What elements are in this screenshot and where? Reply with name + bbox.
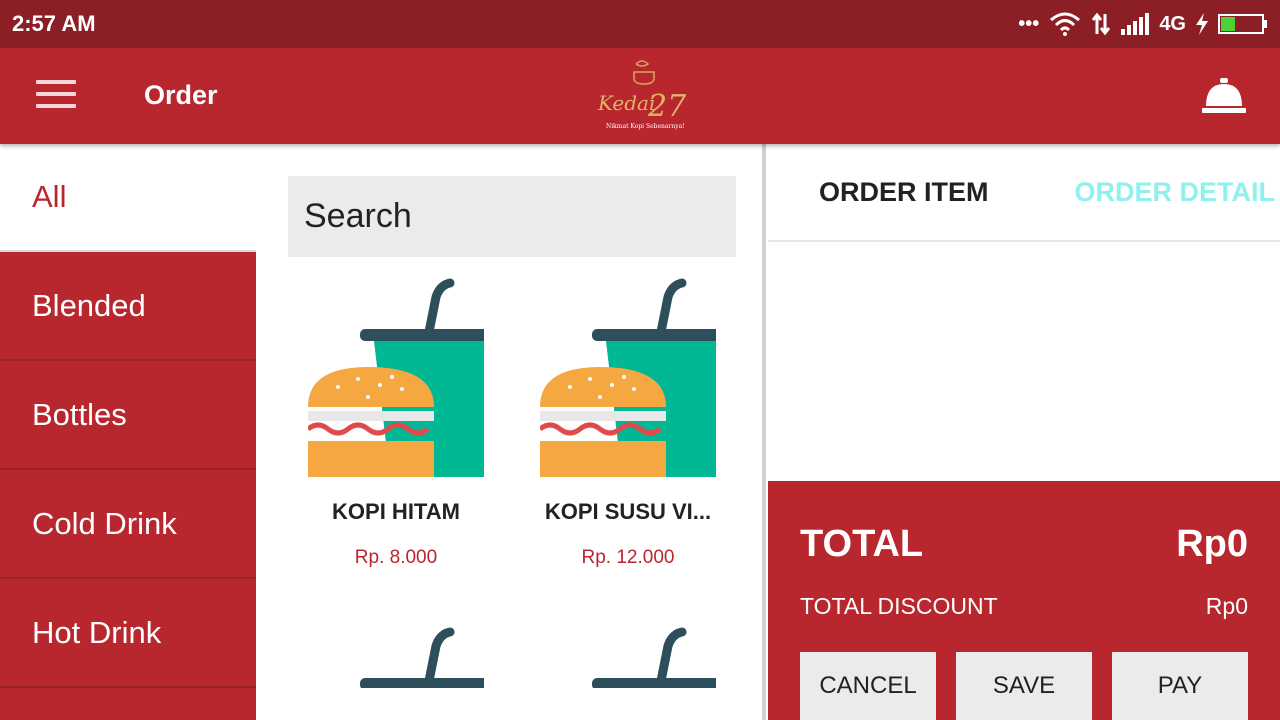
product-card[interactable] <box>296 626 496 688</box>
category-hot-drink[interactable]: Hot Drink <box>0 579 256 688</box>
total-value: Rp0 <box>1176 523 1248 565</box>
save-button[interactable]: SAVE <box>956 652 1092 720</box>
pay-button[interactable]: PAY <box>1112 652 1248 720</box>
burger-drink-icon <box>308 626 484 688</box>
search-input[interactable]: Search <box>288 176 736 257</box>
category-bottles[interactable]: Bottles <box>0 361 256 470</box>
product-price: Rp. 8.000 <box>354 547 438 568</box>
svg-text:Kedai: Kedai <box>597 91 655 115</box>
charging-icon <box>1196 13 1208 35</box>
cancel-button[interactable]: CANCEL <box>800 652 936 720</box>
wifi-icon <box>1050 12 1081 36</box>
discount-label: TOTAL DISCOUNT <box>800 593 998 619</box>
menu-icon[interactable] <box>36 80 76 110</box>
totals-section: TOTAL Rp0 TOTAL DISCOUNT Rp0 CANCEL SAVE… <box>768 481 1280 720</box>
discount-value: Rp0 <box>1205 593 1248 619</box>
product-name: KOPI SUSU VI... <box>544 499 712 524</box>
status-bar: 2:57 AM ••• 4G <box>0 0 1280 48</box>
app-toolbar: Order Kedai 27 Nikmat Kopi Sebenarnya! <box>0 48 1280 144</box>
svg-text:Nikmat Kopi Sebenarnya!: Nikmat Kopi Sebenarnya! <box>606 123 685 130</box>
more-dots-icon: ••• <box>1018 12 1040 35</box>
order-tabs: ORDER ITEM ORDER DETAIL <box>768 144 1280 242</box>
category-sidebar: All Blended Bottles Cold Drink Hot Drink <box>0 144 256 720</box>
product-card[interactable]: KOPI SUSU VI... Rp. 12.000 <box>528 277 728 569</box>
product-price: Rp. 12.000 <box>581 547 675 568</box>
tab-order-item[interactable]: ORDER ITEM <box>819 177 989 208</box>
data-transfer-icon <box>1092 12 1111 36</box>
category-cold-drink[interactable]: Cold Drink <box>0 470 256 579</box>
product-card[interactable]: KOPI HITAM Rp. 8.000 <box>296 277 496 569</box>
status-time: 2:57 AM <box>12 11 96 36</box>
burger-drink-icon <box>540 277 716 477</box>
service-bell-icon[interactable] <box>1200 78 1248 114</box>
svg-text:27: 27 <box>647 89 687 124</box>
burger-drink-icon <box>308 277 484 477</box>
page-title: Order <box>144 80 218 110</box>
total-label: TOTAL <box>800 523 924 565</box>
tab-order-detail[interactable]: ORDER DETAIL <box>1075 177 1276 208</box>
product-name: KOPI HITAM <box>332 499 460 524</box>
kedai27-logo: Kedai 27 Nikmat Kopi Sebenarnya! <box>597 60 687 130</box>
network-type: 4G <box>1159 12 1186 35</box>
category-all[interactable]: All <box>0 144 256 252</box>
battery-icon <box>1218 14 1267 34</box>
category-blended[interactable]: Blended <box>0 252 256 361</box>
product-grid-panel: Search KOPI HITAM Rp. 8.000 KOPI SUSU VI… <box>256 144 766 720</box>
product-card[interactable] <box>528 626 728 688</box>
signal-icon <box>1121 13 1150 35</box>
status-icons: ••• 4G <box>1018 12 1268 36</box>
burger-drink-icon <box>540 626 716 688</box>
order-panel: ORDER ITEM ORDER DETAIL TOTAL Rp0 TOTAL … <box>768 144 1280 720</box>
